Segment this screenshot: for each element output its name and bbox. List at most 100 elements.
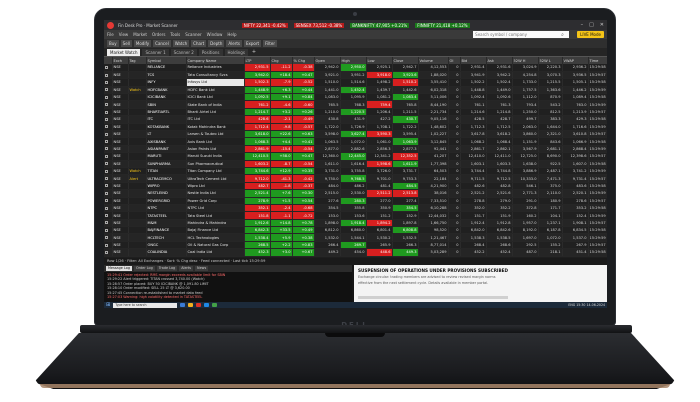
row-select-checkbox[interactable] <box>104 130 113 139</box>
row-select-checkbox[interactable] <box>104 123 113 132</box>
live-mode-button[interactable]: LIVE Mode <box>577 31 604 38</box>
row-select-checkbox[interactable] <box>104 204 113 213</box>
checkbox-icon[interactable] <box>105 191 108 195</box>
checkbox-icon[interactable] <box>105 132 108 136</box>
chart-button[interactable]: Chart <box>191 40 207 47</box>
menu-item-orders[interactable]: Orders <box>152 32 165 37</box>
table-row[interactable]: NSE KOTAKBANK Kotak Mahindra Bank 1,712.4 -9… <box>104 123 607 132</box>
checkbox-icon[interactable] <box>105 228 108 232</box>
checkbox-icon[interactable] <box>105 177 108 181</box>
modify-button[interactable]: Modify <box>133 40 152 47</box>
tab-scanner-2[interactable]: Scanner 2 <box>170 48 197 56</box>
lower-tab-trade-log[interactable]: Trade Log <box>156 266 178 271</box>
taskbar-app-icon[interactable] <box>188 303 194 307</box>
ticker-item[interactable]: FINNIFTY 21,418 +0.12% <box>415 22 470 28</box>
table-row[interactable]: NSE WIPRO Wipro Ltd 482.7 -1.8 -0.37 484.0 486.… <box>104 182 607 191</box>
taskbar-app-icon[interactable] <box>196 303 202 307</box>
checkbox-icon[interactable] <box>105 88 108 92</box>
column-header[interactable]: Time <box>588 57 607 64</box>
row-select-checkbox[interactable] <box>104 137 113 146</box>
checkbox-icon[interactable] <box>105 95 108 99</box>
row-select-checkbox[interactable] <box>104 197 113 205</box>
table-row[interactable]: NSE ONGC Oil & Natural Gas Corp 268.5 +2.2 +0… <box>104 241 607 250</box>
table-row[interactable]: NSE ITC ITC Ltd 428.6 -2.1 -0.49 430.8 431.9 427… <box>104 115 607 124</box>
taskbar-search[interactable]: Type here to search <box>113 302 178 308</box>
table-row[interactable]: NSE HCLTECH HCL Technologies 1,538.4 +5.9 +0.… <box>104 233 607 242</box>
checkbox-icon[interactable] <box>105 250 108 254</box>
row-select-checkbox[interactable] <box>104 86 113 95</box>
lower-tab-alerts[interactable]: Alerts <box>179 266 194 271</box>
ticker-item[interactable]: BANKNIFTY 47,905 +0.21% <box>350 22 410 28</box>
menu-item-tools[interactable]: Tools <box>170 32 180 37</box>
checkbox-icon[interactable] <box>105 243 108 247</box>
table-row[interactable]: NSE AXISBANK Axis Bank Ltd 1,068.3 +4.4 +0.41… <box>104 137 607 146</box>
search-icon[interactable]: ⌕ <box>561 32 564 38</box>
checkbox-icon[interactable] <box>105 214 108 217</box>
row-select-checkbox[interactable] <box>104 64 113 72</box>
table-row[interactable]: NSE COALINDIA Coal India Ltd 452.3 +3.0 +0.67… <box>104 248 607 257</box>
column-header[interactable]: OI <box>448 57 461 64</box>
column-header[interactable]: Symbol <box>146 57 187 64</box>
checkbox-icon[interactable] <box>105 147 108 151</box>
tab-scanner-1[interactable]: Scanner 1 <box>142 48 169 56</box>
column-header[interactable]: Volume <box>418 57 449 64</box>
checkbox-icon[interactable] <box>105 80 108 84</box>
row-select-checkbox[interactable] <box>104 93 113 102</box>
row-select-checkbox[interactable] <box>104 248 113 257</box>
column-header[interactable]: Ask <box>486 57 513 64</box>
ticker-item[interactable]: SENSEX 73,512 -0.38% <box>293 22 345 28</box>
taskbar-app-icon[interactable] <box>204 303 210 307</box>
table-row[interactable]: NSE Watch TITAN Titan Company Ltd 3,744.6 +12… <box>104 167 607 176</box>
cancel-button[interactable]: Cancel <box>153 40 171 47</box>
menu-item-help[interactable]: Help <box>227 32 236 37</box>
menu-item-window[interactable]: Window <box>207 32 223 37</box>
row-select-checkbox[interactable] <box>104 189 113 198</box>
row-select-checkbox[interactable] <box>104 182 113 191</box>
checkbox-icon[interactable] <box>105 162 108 166</box>
table-row[interactable]: NSE ICICIBANK ICICI Bank Ltd 1,092.5 +9.1 +0.… <box>104 93 607 102</box>
row-select-checkbox[interactable] <box>104 115 113 124</box>
lower-tab-order-log[interactable]: Order Log <box>134 266 155 271</box>
checkbox-icon[interactable] <box>105 221 108 225</box>
column-header[interactable]: Close <box>392 57 419 64</box>
lower-tab-news[interactable]: News <box>195 266 209 271</box>
row-select-checkbox[interactable] <box>104 160 113 168</box>
column-header[interactable]: Bid <box>460 57 487 64</box>
column-header[interactable]: % Chg <box>292 57 315 64</box>
maximize-icon[interactable]: □ <box>589 22 594 28</box>
row-select-checkbox[interactable] <box>104 71 113 80</box>
table-row[interactable]: NSE ASIANPAINT Asian Paints Ltd 2,861.9 -15.… <box>104 145 607 154</box>
checkbox-icon[interactable] <box>105 103 108 107</box>
table-row[interactable]: NSE NESTLEIND Nestle India Ltd 2,521.4 +7.6 +… <box>104 189 607 198</box>
system-tray[interactable]: ENG 15:30 14-06-2024 <box>568 303 605 307</box>
close-icon[interactable]: ✕ <box>600 22 604 28</box>
export-button[interactable]: Export <box>243 40 262 47</box>
checkbox-icon[interactable] <box>105 73 108 77</box>
row-select-checkbox[interactable] <box>104 233 113 242</box>
add-tab-icon[interactable]: + <box>252 49 256 55</box>
symbol-search[interactable]: ⌕ <box>473 31 570 38</box>
menu-item-view[interactable]: View <box>119 32 129 37</box>
checkbox-icon[interactable] <box>105 140 108 144</box>
checkbox-icon[interactable] <box>105 65 108 69</box>
alerts-button[interactable]: Alerts <box>226 40 242 47</box>
row-select-checkbox[interactable] <box>104 78 113 87</box>
sell-button[interactable]: Sell <box>120 40 132 47</box>
table-row[interactable]: NSE INFY Infosys Ltd 1,502.3 -7.9 -0.52 1,510.… <box>104 78 607 87</box>
checkbox-icon[interactable] <box>105 184 108 188</box>
column-header[interactable]: Low <box>366 57 393 64</box>
column-header[interactable]: Tag <box>128 57 147 64</box>
row-select-checkbox[interactable] <box>104 167 113 176</box>
news-scrollbar[interactable] <box>358 296 508 299</box>
menu-item-file[interactable]: File <box>107 32 114 37</box>
row-select-checkbox[interactable] <box>104 145 113 154</box>
table-row[interactable]: NSE LT Larsen & Toubro Ltd 3,618.0 +22.6 +0.6… <box>104 130 607 139</box>
checkbox-icon[interactable] <box>105 110 108 114</box>
depth-button[interactable]: Depth <box>208 40 225 47</box>
table-row[interactable]: NSE RELIANCE Reliance Industries 2,931.5 -11… <box>104 64 607 72</box>
table-row[interactable]: NSE BAJFINANCE Bajaj Finance Ltd 6,842.3 +33… <box>104 226 607 235</box>
column-header[interactable]: Company Name <box>186 57 245 64</box>
table-row[interactable]: NSE TCS Tata Consultancy Svcs 3,942.0 +18.4 +… <box>104 71 607 80</box>
column-header[interactable]: 52W H <box>512 57 539 64</box>
taskbar-app-icon[interactable] <box>180 303 186 307</box>
